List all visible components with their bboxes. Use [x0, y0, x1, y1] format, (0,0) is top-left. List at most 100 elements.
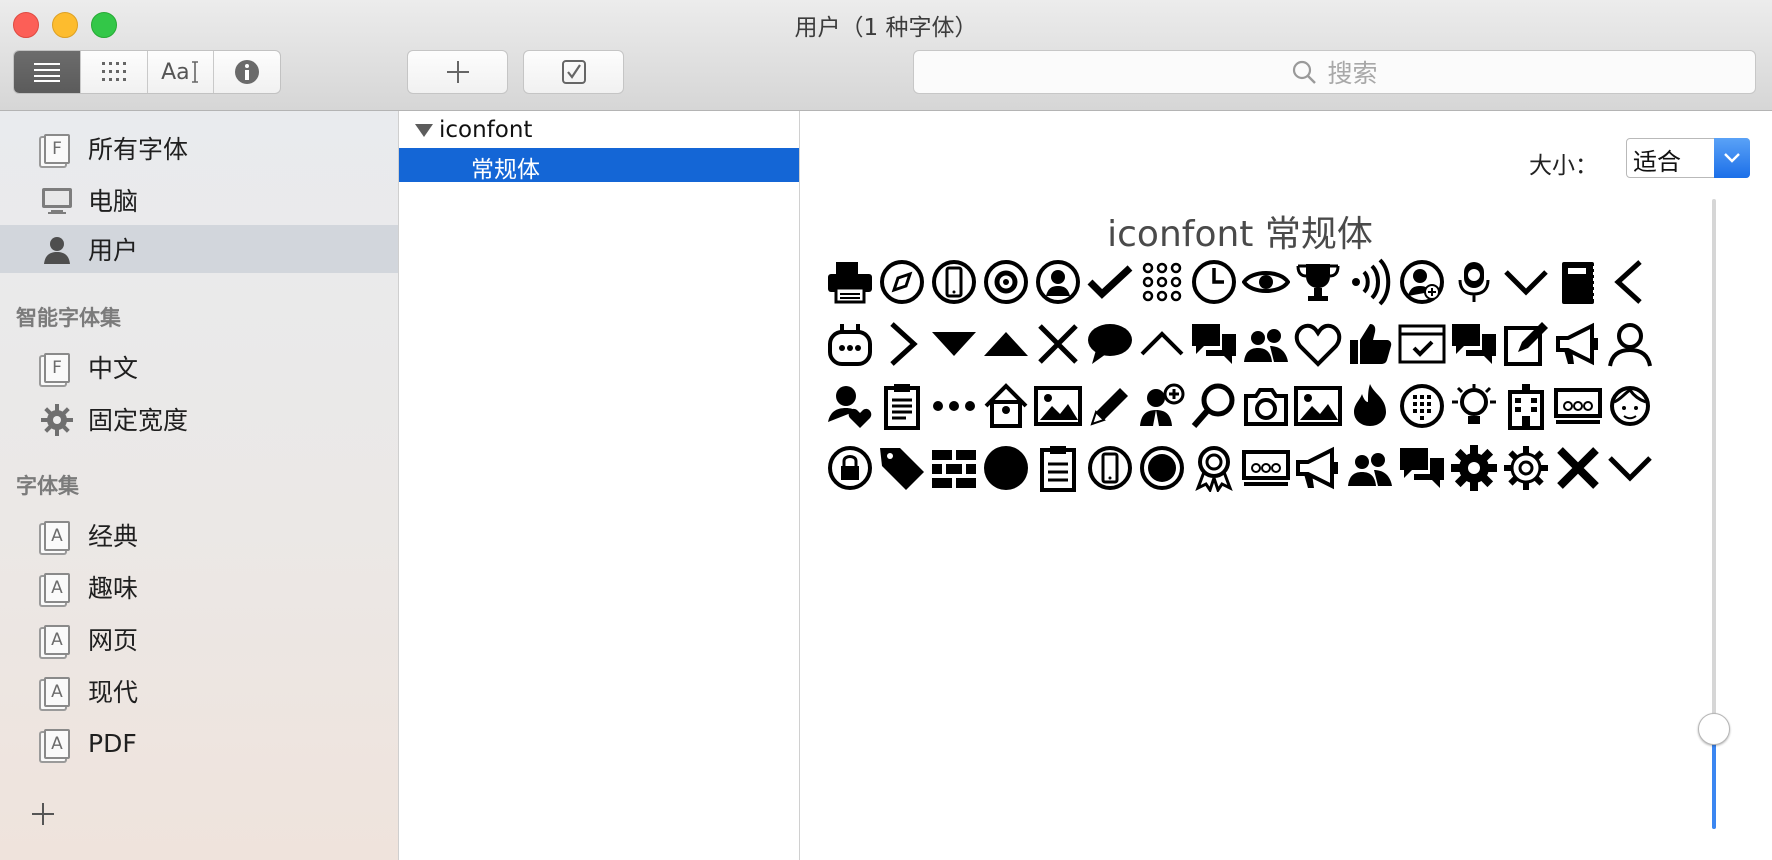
font-preview-pane: 大小： 适合 iconfont 常规体 [800, 111, 1772, 860]
sidebar-item-modern[interactable]: A 现代 [0, 667, 398, 715]
sidebar-item-fun[interactable]: A 趣味 [0, 563, 398, 611]
glyph-row [824, 251, 1664, 313]
dial-grid-icon [1136, 256, 1188, 308]
sidebar-item-label: 固定宽度 [88, 406, 189, 435]
preview-title: iconfont 常规体 [1107, 214, 1373, 255]
ring-circle-icon [1136, 442, 1188, 494]
person-icon [1604, 318, 1656, 370]
sample-view-button[interactable]: Aa [148, 51, 215, 93]
sidebar-item-classic[interactable]: A 经典 [0, 511, 398, 559]
list-view-icon [33, 63, 60, 82]
sidebar-item-label: 所有字体 [88, 135, 189, 164]
checkbox-icon [561, 60, 586, 84]
triangle-down-icon [928, 318, 980, 370]
image-icon [1292, 380, 1344, 432]
search-placeholder: 搜索 [1327, 59, 1378, 88]
sidebar-item-all-fonts[interactable]: F 所有字体 [0, 124, 398, 172]
gear-icon [40, 403, 74, 437]
font-family-name: iconfont [439, 117, 533, 143]
validate-font-button[interactable] [523, 50, 624, 94]
sidebar-item-web[interactable]: A 网页 [0, 615, 398, 663]
glyph-row [824, 375, 1664, 437]
glyph-row [824, 313, 1664, 375]
font-family-row[interactable]: iconfont [399, 115, 799, 145]
grid-view-icon [101, 62, 126, 81]
filled-circle-icon [980, 442, 1032, 494]
chevron-down-icon [1500, 256, 1552, 308]
disclosure-triangle-icon[interactable] [415, 124, 433, 137]
gear-outline-icon [1500, 442, 1552, 494]
triangle-up-icon [980, 318, 1032, 370]
chevron-down-icon [1604, 442, 1656, 494]
collections-header: 字体集 [16, 474, 79, 498]
presentation-icon [1240, 442, 1292, 494]
glyph-grid [824, 251, 1664, 499]
flame-icon [1344, 380, 1396, 432]
sidebar-item-fixed-width[interactable]: 固定宽度 [0, 395, 398, 443]
plus-icon [446, 61, 469, 83]
size-slider-knob[interactable] [1698, 713, 1730, 746]
info-icon [235, 60, 260, 84]
computer-icon [40, 184, 74, 218]
phone-circle-icon [1084, 442, 1136, 494]
chat-bubbles-icon [1448, 318, 1500, 370]
browser-check-icon [1396, 318, 1448, 370]
child-face-icon [1604, 380, 1656, 432]
robot-icon [824, 318, 876, 370]
sample-view-icon: Aa [161, 59, 190, 85]
presentation-icon [1552, 380, 1604, 432]
sidebar-item-label: 现代 [88, 678, 139, 707]
info-button[interactable] [214, 51, 280, 93]
woman-avatar-icon [1032, 256, 1084, 308]
font-style-name: 常规体 [471, 157, 540, 183]
size-select[interactable]: 适合 [1626, 138, 1750, 178]
gear-filled-icon [1448, 442, 1500, 494]
sidebar-item-label: 用户 [88, 236, 139, 265]
group-icon [1240, 318, 1292, 370]
chevron-left-icon [1604, 256, 1656, 308]
keypad-circle-icon [1396, 380, 1448, 432]
camera-icon [1240, 380, 1292, 432]
search-icon [1188, 380, 1240, 432]
compass-circle-icon [876, 256, 928, 308]
add-business-user-icon [1136, 380, 1188, 432]
text-cursor-icon [191, 61, 198, 83]
clipboard-list-icon [1032, 442, 1084, 494]
speech-bubble-icon [1084, 318, 1136, 370]
window-title: 用户（1 种字体） [794, 15, 978, 41]
tag-icon [876, 442, 928, 494]
glyph-row [824, 437, 1664, 499]
sidebar-item-user[interactable]: 用户 [0, 225, 398, 273]
add-collection-button[interactable] [30, 801, 56, 831]
font-box-icon: F [40, 351, 74, 385]
phone-circle-icon [928, 256, 980, 308]
sidebar-item-label: 经典 [88, 522, 139, 551]
search-field[interactable]: 搜索 [913, 50, 1756, 94]
toolbar: 用户（1 种字体） Aa 搜索 [0, 0, 1772, 111]
font-style-row[interactable]: 常规体 [399, 148, 799, 183]
sidebar-item-chinese[interactable]: F 中文 [0, 343, 398, 391]
chevron-down-icon [1714, 138, 1750, 178]
printer-icon [824, 256, 876, 308]
font-book-window: 用户（1 种字体） Aa 搜索 F 所有字体 电脑 用户 智能字体集 F 中文 … [0, 0, 1772, 860]
edit-icon [1500, 318, 1552, 370]
plus-icon [32, 803, 54, 825]
sidebar-item-pdf[interactable]: A PDF [0, 719, 398, 767]
collection-box-icon: A [40, 675, 74, 709]
heart-icon [1292, 318, 1344, 370]
close-icon [1032, 318, 1084, 370]
collections-sidebar: F 所有字体 电脑 用户 智能字体集 F 中文 固定宽度 字体集 A 经典 A … [0, 111, 399, 860]
add-font-button[interactable] [407, 50, 508, 94]
user-icon [40, 233, 74, 267]
collection-box-icon: A [40, 519, 74, 553]
notebook-icon [1552, 256, 1604, 308]
view-mode-segmented-control: Aa [13, 50, 281, 94]
signal-waves-icon [1344, 256, 1396, 308]
collection-box-icon: A [40, 571, 74, 605]
grid-view-button[interactable] [81, 51, 148, 93]
pencil-icon [1084, 380, 1136, 432]
sidebar-item-computer[interactable]: 电脑 [0, 176, 398, 224]
image-icon [1032, 380, 1084, 432]
lock-circle-icon [824, 442, 876, 494]
list-view-button[interactable] [14, 51, 81, 93]
